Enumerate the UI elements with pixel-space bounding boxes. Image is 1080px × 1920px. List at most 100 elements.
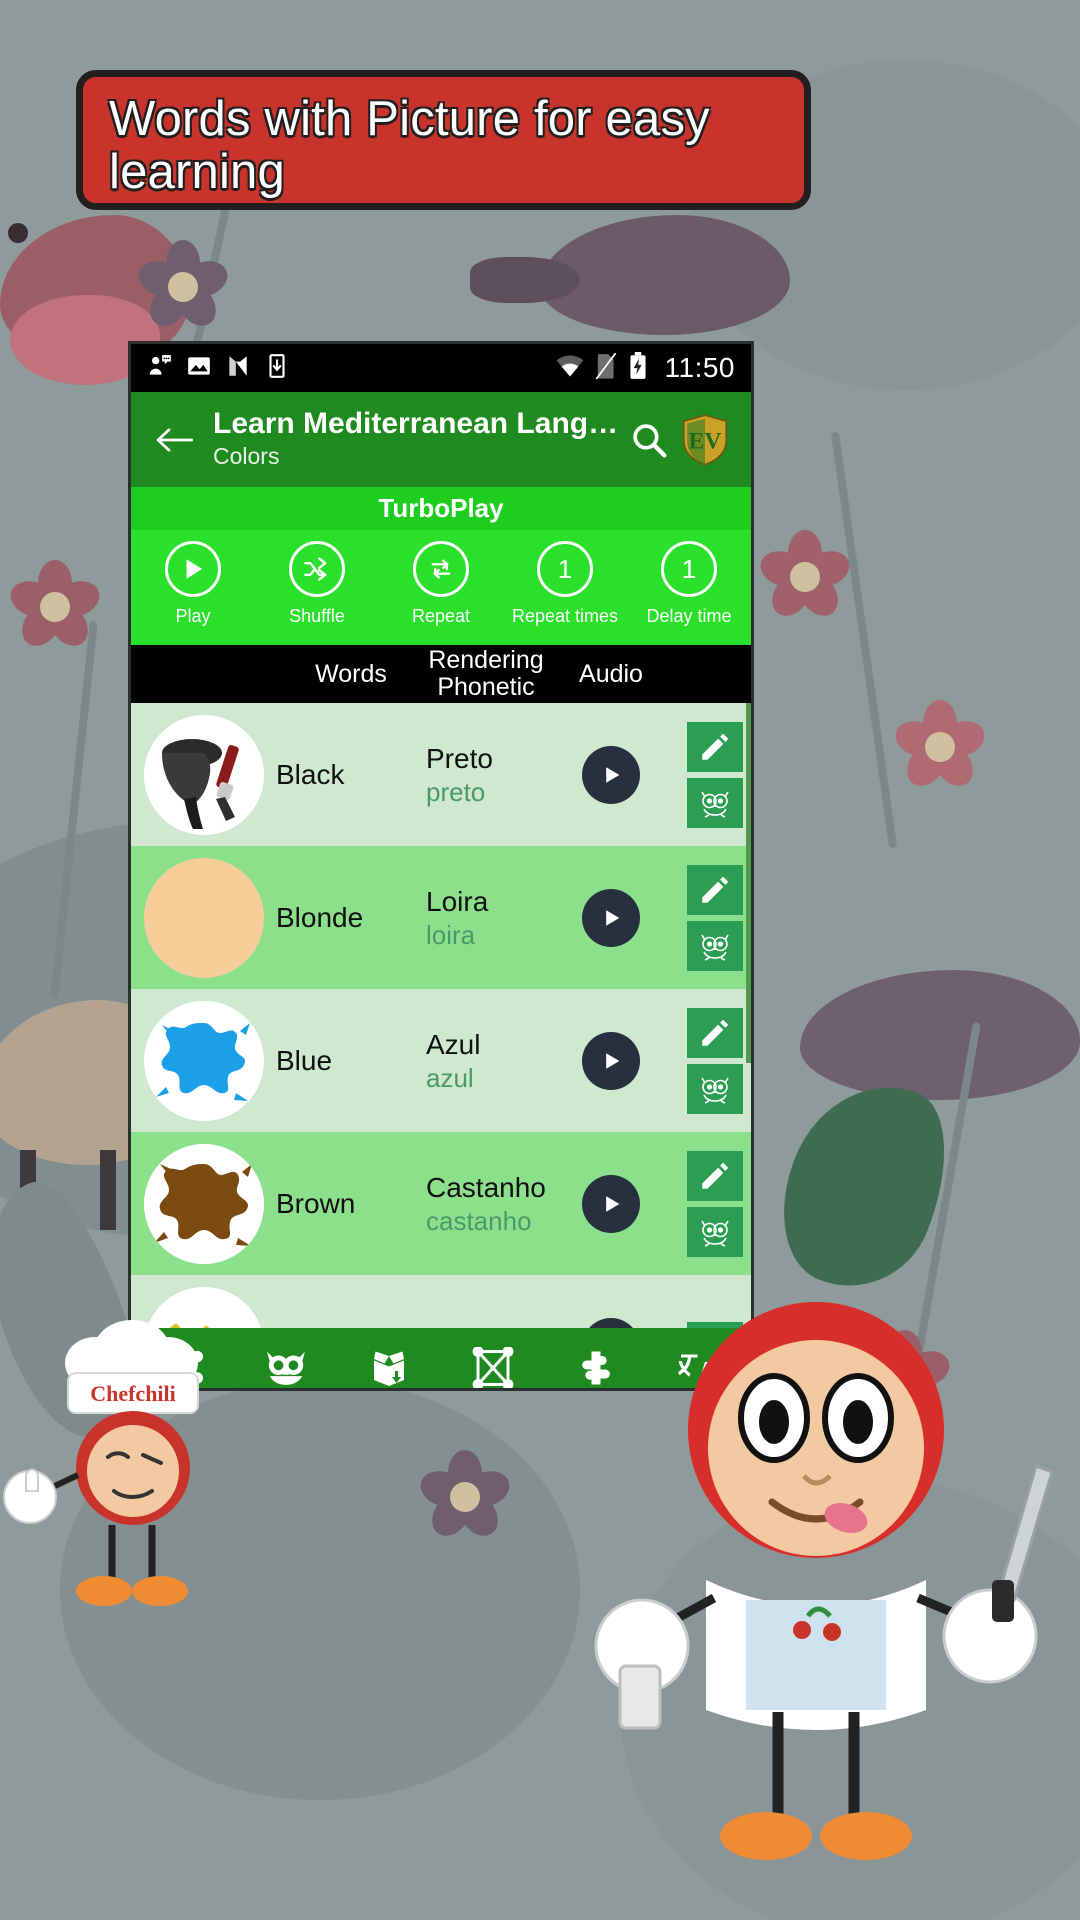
svg-text:Chefchili: Chefchili	[90, 1381, 176, 1406]
turboplay-shuffle-label: Shuffle	[289, 606, 345, 626]
column-header-phonetic: Rendering Phonetic	[426, 647, 546, 701]
ev-shield-logo[interactable]: EV	[677, 413, 733, 466]
turboplay-repeat-button[interactable]: Repeat	[379, 530, 503, 627]
back-arrow-icon[interactable]	[149, 425, 199, 455]
row-translation: Loira	[426, 885, 489, 917]
crossed-square-icon[interactable]	[441, 1347, 544, 1388]
owl-icon[interactable]	[687, 1063, 743, 1114]
promo-banner: Words with Picture for easy learning	[76, 70, 811, 210]
search-icon[interactable]	[621, 420, 677, 460]
column-header-audio: Audio	[579, 659, 643, 688]
repeat-icon	[413, 541, 469, 597]
play-icon[interactable]	[582, 1174, 640, 1233]
open-box-icon[interactable]	[338, 1347, 441, 1388]
play-icon	[165, 541, 221, 597]
wallpaper-twig	[830, 431, 898, 849]
list-scrollbar[interactable]	[746, 703, 751, 1063]
repeat-times-value: 1	[537, 541, 593, 597]
turboplay-play-button[interactable]: Play	[131, 530, 255, 627]
row-phonetic: Loira loira	[426, 884, 546, 952]
wallpaper-bird	[470, 215, 800, 355]
turboplay-title: TurboPlay	[131, 487, 751, 530]
row-phonetic: Azul azul	[426, 1027, 546, 1095]
svg-text:EV: EV	[689, 428, 722, 454]
page-title: Learn Mediterranean Lang…	[213, 406, 619, 440]
turboplay-repeat-times-button[interactable]: 1 Repeat times	[503, 530, 627, 627]
column-header-phonetic-line2: Phonetic	[437, 673, 535, 701]
person-chat-icon	[147, 353, 173, 384]
turboplay-shuffle-button[interactable]: Shuffle	[255, 530, 379, 627]
wallpaper-flower	[755, 530, 855, 624]
mascot-chef-right	[546, 1280, 1080, 1920]
shuffle-icon	[289, 541, 345, 597]
status-bar: 11:50	[131, 344, 751, 392]
turboplay-controls: Play Shuffle Repeat 1 Repeat times 1 Del…	[131, 530, 751, 645]
row-word: Blue	[276, 1044, 333, 1076]
table-row[interactable]: Blonde Loira loira	[131, 846, 751, 989]
promo-banner-text: Words with Picture for easy learning	[109, 92, 710, 199]
no-sim-icon	[595, 351, 617, 384]
row-actions	[676, 864, 751, 971]
row-word: Black	[276, 758, 345, 790]
row-translation: Preto	[426, 742, 493, 774]
row-translation: Castanho	[426, 1171, 546, 1203]
app-bar-titles: Learn Mediterranean Lang… Colors	[213, 407, 621, 472]
blue-splat-icon	[143, 1000, 264, 1121]
delay-time-value: 1	[661, 541, 717, 597]
row-image	[131, 857, 276, 978]
column-header-words: Words	[315, 659, 387, 688]
row-actions	[676, 1150, 751, 1257]
play-icon[interactable]	[582, 745, 640, 804]
wallpaper-flower	[5, 560, 105, 654]
row-word: Blonde	[276, 901, 364, 933]
table-row[interactable]: Blue Azul azul	[131, 989, 751, 1132]
battery-charging-icon	[628, 351, 648, 385]
play-icon[interactable]	[582, 888, 640, 947]
app-bar: Learn Mediterranean Lang… Colors EV	[131, 392, 751, 487]
row-audio[interactable]	[546, 1174, 676, 1233]
table-row[interactable]: Black Preto preto	[131, 703, 751, 846]
mascot-chef-left: Chefchili	[0, 1305, 240, 1635]
pencil-icon[interactable]	[687, 864, 743, 915]
turboplay-repeat-times-label: Repeat times	[511, 606, 619, 626]
owl-icon[interactable]	[687, 1206, 743, 1257]
brown-splat-icon	[143, 1143, 264, 1264]
turboplay-delay-time-button[interactable]: 1 Delay time	[627, 530, 751, 627]
column-header-phonetic-line1: Rendering	[428, 646, 544, 674]
wifi-icon	[556, 354, 584, 383]
row-translation: Azul	[426, 1028, 481, 1060]
wallpaper-flower	[133, 240, 233, 334]
wallpaper-flower	[890, 700, 990, 794]
phone-screenshot: 11:50 Learn Mediterranean Lang… Colors E…	[131, 344, 751, 1388]
turboplay-repeat-label: Repeat	[411, 606, 471, 626]
page-subtitle: Colors	[213, 443, 280, 470]
download-icon	[264, 353, 290, 384]
pencil-icon[interactable]	[687, 721, 743, 772]
row-phonetic-text: castanho	[426, 1205, 532, 1236]
play-icon[interactable]	[582, 1031, 640, 1090]
black-paint-icon	[143, 714, 264, 835]
turboplay-play-label: Play	[175, 606, 211, 626]
row-audio[interactable]	[546, 888, 676, 947]
row-phonetic-text: azul	[426, 1062, 474, 1093]
row-audio[interactable]	[546, 1031, 676, 1090]
row-phonetic-text: preto	[426, 776, 486, 807]
row-actions	[676, 1007, 751, 1114]
wallpaper-flower	[415, 1450, 515, 1544]
row-image	[131, 1143, 276, 1264]
pencil-icon[interactable]	[687, 1150, 743, 1201]
owl-icon[interactable]	[234, 1348, 337, 1388]
status-bar-clock: 11:50	[664, 352, 735, 383]
table-header: Words Rendering Phonetic Audio	[131, 645, 751, 703]
owl-icon[interactable]	[687, 777, 743, 828]
row-word: Brown	[276, 1187, 356, 1219]
row-image	[131, 1000, 276, 1121]
owl-icon[interactable]	[687, 920, 743, 971]
table-row[interactable]: Brown Castanho castanho	[131, 1132, 751, 1275]
row-phonetic: Castanho castanho	[426, 1170, 546, 1238]
row-phonetic: Preto preto	[426, 741, 546, 809]
row-audio[interactable]	[546, 745, 676, 804]
word-list[interactable]: Black Preto preto Blonde Loira loira Blu…	[131, 703, 751, 1328]
pencil-icon[interactable]	[687, 1007, 743, 1058]
row-phonetic-text: loira	[426, 919, 476, 950]
